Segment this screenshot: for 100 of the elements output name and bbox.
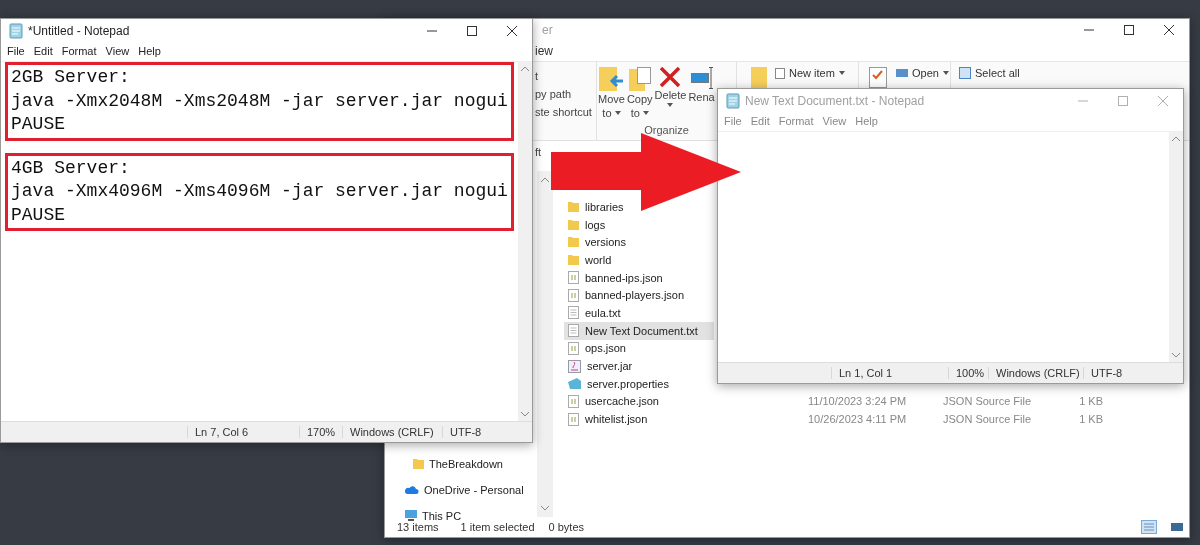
list-entry[interactable]: libraries: [564, 198, 714, 216]
list-entry[interactable]: banned-players.json: [564, 286, 714, 305]
code-line: 4GB Server:: [11, 156, 131, 180]
folder-icon: [568, 219, 579, 230]
menu-item[interactable]: File: [724, 115, 742, 127]
close-icon[interactable]: [507, 26, 517, 36]
size-cell-text: 1 KB: [1078, 395, 1103, 408]
notepad-icon: [9, 23, 23, 39]
status-text: Ln 7, Col 6: [187, 426, 299, 438]
ribbon-button[interactable]: Copy to: [625, 67, 654, 119]
file-icon: [568, 412, 579, 426]
date-cell-text: 10/26/2023 4:11 PM: [808, 413, 908, 426]
nav-item[interactable]: TheBreakdown: [413, 455, 537, 472]
thumbnail-view-icon[interactable]: [1171, 523, 1183, 531]
status-text: UTF-8: [1083, 367, 1183, 379]
folder-icon: [568, 237, 579, 248]
ribbon-button[interactable]: Move to: [597, 67, 626, 119]
ribbon-command[interactable]: t: [535, 67, 596, 85]
menu-item[interactable]: Format: [778, 115, 814, 127]
group-label: Organize: [643, 124, 690, 136]
caret-icon: [614, 111, 621, 115]
menu-item[interactable]: Edit: [33, 45, 53, 57]
scroll-down-icon[interactable]: [521, 412, 529, 417]
caret-icon: [838, 71, 845, 75]
scrollbar[interactable]: [518, 62, 532, 421]
menu-item[interactable]: View: [105, 45, 130, 57]
window-title: New Text Document.txt - Notepad: [745, 94, 926, 108]
ribbon-command[interactable]: ste shortcut: [535, 103, 596, 121]
nav-item[interactable]: OneDrive - Personal: [405, 481, 537, 498]
scrollbar[interactable]: [1169, 132, 1183, 362]
file-icon: [568, 288, 579, 302]
computer-icon: [405, 510, 417, 521]
new-item-button[interactable]: New item: [775, 67, 845, 79]
status-text: 170%: [299, 426, 342, 438]
list-entry[interactable]: versions: [564, 233, 714, 252]
notepad-icon: [726, 93, 740, 109]
scroll-up-icon[interactable]: [541, 177, 549, 182]
menu-item[interactable]: File: [7, 45, 25, 57]
list-entry[interactable]: logs: [564, 215, 714, 234]
ribbon-button[interactable]: Rena: [687, 67, 716, 119]
folder-icon: [413, 458, 424, 469]
file-icon: [568, 341, 579, 355]
menu-item[interactable]: Format: [61, 45, 97, 57]
date-cell-text: 11/10/2023 3:24 PM: [808, 395, 908, 408]
caret-icon: [667, 103, 674, 107]
type-cell-text: JSON Source File: [943, 395, 1033, 408]
scroll-up-icon[interactable]: [1172, 136, 1180, 141]
code-line: 2GB Server:: [11, 66, 131, 89]
window-icon: [896, 69, 908, 77]
ribbon-command[interactable]: py path: [535, 85, 596, 103]
open-button[interactable]: Open: [896, 67, 949, 79]
scroll-up-icon[interactable]: [521, 66, 529, 71]
nav-item[interactable]: This PC: [405, 507, 537, 524]
code-line: java -Xmx4096M -Xms4096M -jar server.jar nogui: [11, 180, 508, 203]
file-icon: [568, 271, 579, 285]
menu-item[interactable]: View: [822, 115, 847, 127]
list-entry[interactable]: server.jar: [564, 357, 714, 375]
document-icon: [775, 67, 785, 79]
ribbon-tab[interactable]: iew: [535, 44, 553, 58]
scrollbar[interactable]: [537, 171, 553, 517]
caret-icon: [942, 71, 949, 75]
rename-icon: [690, 67, 713, 89]
status-text: UTF-8: [442, 426, 532, 438]
scroll-down-icon[interactable]: [541, 506, 549, 511]
status-text: 1 item selected: [460, 521, 535, 533]
file-icon: [568, 394, 579, 408]
window-title: *Untitled - Notepad: [28, 24, 131, 38]
folder-icon: [568, 254, 579, 265]
menu-item[interactable]: Edit: [750, 115, 770, 127]
list-entry[interactable]: eula.txt: [564, 304, 714, 322]
file-icon: [568, 306, 579, 320]
folder-icon: [568, 201, 579, 212]
close-icon[interactable]: [1164, 25, 1174, 35]
list-entry[interactable]: server.properties: [564, 374, 714, 393]
select-all-icon: [959, 67, 971, 79]
list-entry[interactable]: New Text Document.txt: [564, 321, 714, 340]
size-cell-text: 1 KB: [1078, 413, 1103, 426]
ribbon-button[interactable]: Delete: [653, 67, 688, 119]
delete-icon: [660, 67, 681, 87]
status-text: 100%: [948, 367, 988, 379]
code-line: PAUSE: [11, 203, 66, 227]
maximize-icon[interactable]: [467, 26, 477, 36]
window-title: er: [542, 23, 554, 37]
status-text: 0 bytes: [548, 521, 585, 533]
list-entry[interactable]: banned-ips.json: [564, 268, 714, 287]
status-text: Ln 1, Col 1: [831, 367, 948, 379]
list-entry[interactable]: world: [564, 251, 714, 269]
select-all-button[interactable]: Select all: [959, 67, 1051, 79]
list-entry[interactable]: usercache.json: [564, 392, 714, 411]
scroll-down-icon[interactable]: [1172, 353, 1180, 358]
caret-icon: [642, 111, 649, 115]
move-folder-icon: [599, 67, 624, 91]
menu-item[interactable]: Help: [138, 45, 161, 57]
maximize-icon[interactable]: [1124, 25, 1134, 35]
status-text: 13 items: [397, 521, 439, 533]
nav-item[interactable]: ft: [535, 146, 542, 158]
list-entry[interactable]: ops.json: [564, 339, 714, 358]
details-view-icon[interactable]: [1141, 520, 1157, 534]
list-entry[interactable]: whitelist.json: [564, 410, 714, 428]
menu-item[interactable]: Help: [855, 115, 878, 127]
